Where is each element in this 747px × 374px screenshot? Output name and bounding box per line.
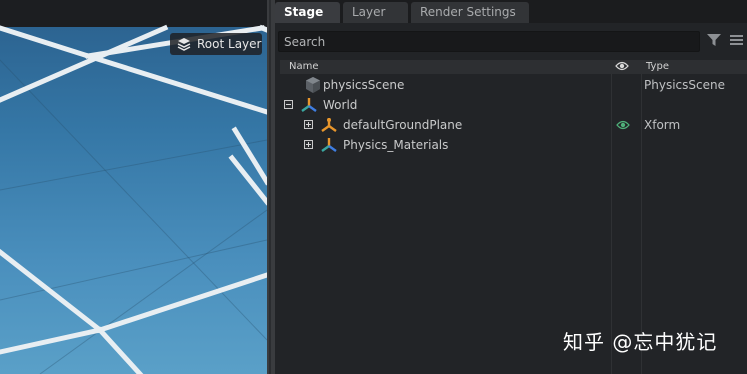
root-layer-label: Root Layer xyxy=(197,37,262,51)
eye-icon[interactable] xyxy=(615,60,629,72)
panel-splitter[interactable] xyxy=(267,0,275,374)
tree-row-defaultgroundplane[interactable]: defaultGroundPlane Xform xyxy=(280,115,747,135)
collapse-toggle[interactable] xyxy=(284,100,293,109)
row-label: World xyxy=(323,98,358,112)
filter-icon[interactable] xyxy=(707,34,721,47)
stage-panel: Stage Layer Render Settings Name Type xyxy=(275,0,747,374)
watermark: 知乎 @忘中犹记 xyxy=(563,330,718,354)
row-type: Xform xyxy=(644,118,681,132)
xform-icon xyxy=(321,138,337,152)
visibility-eye-icon[interactable] xyxy=(616,119,630,131)
tab-stage[interactable]: Stage xyxy=(275,2,340,23)
ground-grid xyxy=(0,24,267,374)
tab-layer[interactable]: Layer xyxy=(343,2,408,23)
expand-toggle[interactable] xyxy=(304,120,313,129)
row-label: defaultGroundPlane xyxy=(343,118,463,132)
tree-row-physics-materials[interactable]: Physics_Materials xyxy=(280,135,747,155)
expand-toggle[interactable] xyxy=(304,140,313,149)
column-name[interactable]: Name xyxy=(289,60,319,74)
layers-icon xyxy=(177,38,191,51)
menu-icon[interactable] xyxy=(730,34,743,46)
row-type: PhysicsScene xyxy=(644,78,725,92)
search-input[interactable] xyxy=(278,31,700,52)
cube-icon xyxy=(306,77,320,93)
tab-render-settings[interactable]: Render Settings xyxy=(411,2,529,23)
row-label: Physics_Materials xyxy=(343,138,449,152)
search-row xyxy=(275,26,747,56)
tab-bar: Stage Layer Render Settings xyxy=(275,0,747,23)
root-layer-badge[interactable]: Root Layer xyxy=(170,33,262,55)
column-type[interactable]: Type xyxy=(646,60,669,74)
viewport[interactable]: Root Layer xyxy=(0,0,267,374)
row-label: physicsScene xyxy=(323,78,405,92)
tree-header: Name Type xyxy=(280,60,747,74)
xform-icon xyxy=(301,98,317,112)
xform-icon xyxy=(321,118,337,132)
tree-row-world[interactable]: World xyxy=(280,95,747,115)
tree-row-physicsscene[interactable]: physicsScene PhysicsScene xyxy=(280,75,747,95)
